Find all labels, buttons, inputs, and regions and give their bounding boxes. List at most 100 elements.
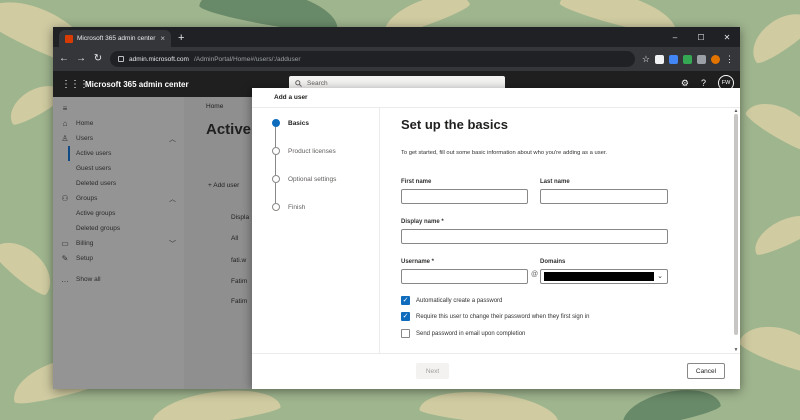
settings-gear-icon[interactable]: ⚙ <box>681 78 689 89</box>
list-item[interactable]: fati.w <box>231 257 246 264</box>
search-placeholder: Search <box>307 80 328 87</box>
display-name-field[interactable] <box>401 229 668 244</box>
domains-dropdown[interactable]: ⌄ <box>540 269 668 284</box>
address-bar-row: ← → ↻ admin.microsoft.com/AdminPortal/Ho… <box>53 47 740 71</box>
step-connector <box>275 183 276 203</box>
bookmark-star-icon[interactable]: ☆ <box>642 54 650 64</box>
browser-tab[interactable]: Microsoft 365 admin center - Ac × <box>59 30 171 47</box>
breadcrumb[interactable]: Home <box>206 103 223 110</box>
url-host: admin.microsoft.com <box>129 55 189 63</box>
url-field[interactable]: admin.microsoft.com/AdminPortal/Home#/us… <box>110 51 635 67</box>
extension-icon[interactable] <box>669 54 678 64</box>
browser-menu-icon[interactable]: ⋮ <box>725 54 734 64</box>
step-product-licenses[interactable]: Product licenses <box>272 147 336 155</box>
scrollbar-thumb[interactable] <box>734 114 738 335</box>
auto-password-checkbox[interactable]: ✓ Automatically create a password <box>401 296 502 305</box>
checkbox-label: Automatically create a password <box>416 297 503 304</box>
step-label: Optional settings <box>288 175 337 183</box>
nav-users[interactable]: ♙ Users ︿ <box>53 131 184 146</box>
last-name-field[interactable] <box>540 189 668 204</box>
extension-icon[interactable] <box>683 54 692 64</box>
panel-scrollbar[interactable]: ▲ ▼ <box>732 108 740 353</box>
nav-home[interactable]: ⌂ Home <box>53 116 184 131</box>
checkbox-box[interactable] <box>401 329 410 338</box>
display-name-label: Display name * <box>401 219 444 225</box>
checkbox-label: Send password in email upon completion <box>416 330 526 337</box>
wrench-icon: ✎ <box>61 254 69 263</box>
step-dot-icon <box>272 175 280 183</box>
url-path: /AdminPortal/Home#/users/:/adduser <box>193 55 301 63</box>
back-button[interactable]: ← <box>59 54 69 64</box>
extensions-area: ☆ ⋮ <box>642 54 734 64</box>
panel-footer: Next Cancel <box>252 353 740 389</box>
reload-button[interactable]: ↻ <box>93 54 103 64</box>
forward-button[interactable]: → <box>76 54 86 64</box>
nav-groups-label: Groups <box>76 195 98 202</box>
chevron-up-icon: ︿ <box>169 135 176 143</box>
office-favicon-icon <box>65 34 73 43</box>
nav-collapse[interactable]: ≡ <box>53 101 184 116</box>
first-name-field[interactable] <box>401 189 528 204</box>
form-title: Set up the basics <box>401 117 508 132</box>
step-finish[interactable]: Finish <box>272 203 305 211</box>
list-item[interactable]: Fatim <box>231 298 247 305</box>
next-button[interactable]: Next <box>416 363 449 379</box>
tab-title: Microsoft 365 admin center - Ac <box>77 35 156 42</box>
nav-guest-users[interactable]: Guest users <box>53 161 184 176</box>
send-email-checkbox[interactable]: Send password in email upon completion <box>401 329 525 338</box>
close-window-button[interactable]: ✕ <box>714 27 740 47</box>
nav-billing-label: Billing <box>76 240 94 247</box>
cancel-button[interactable]: Cancel <box>687 363 725 379</box>
checkmark-icon[interactable]: ✓ <box>401 296 410 305</box>
checkbox-label: Require this user to change their passwo… <box>416 313 590 320</box>
group-icon: ⚇ <box>61 194 69 203</box>
app-launcher-icon[interactable]: ⋮⋮⋮ <box>61 79 89 90</box>
ellipsis-icon: … <box>61 275 69 284</box>
nav-billing[interactable]: ▭ Billing ﹀ <box>53 236 184 251</box>
add-user-button[interactable]: + Add user <box>208 182 239 189</box>
nav-users-label: Users <box>76 135 93 142</box>
content-area: ≡ ⌂ Home ♙ Users ︿ Active users Guest users… <box>53 88 740 389</box>
add-user-panel: Add a user Basics Product licenses Optio… <box>252 88 740 389</box>
minimize-button[interactable]: – <box>662 27 688 47</box>
nav-setup[interactable]: ✎ Setup <box>53 251 184 266</box>
username-label: Username * <box>401 259 435 265</box>
nav-groups[interactable]: ⚇ Groups ︿ <box>53 191 184 206</box>
help-icon[interactable]: ? <box>701 78 706 88</box>
tab-strip: Microsoft 365 admin center - Ac × + – ☐ … <box>53 27 740 47</box>
checkmark-icon[interactable]: ✓ <box>401 312 410 321</box>
profile-icon[interactable] <box>711 54 720 64</box>
step-label: Basics <box>288 119 309 127</box>
nav-active-groups[interactable]: Active groups <box>53 206 184 221</box>
nav-show-all[interactable]: … Show all <box>53 272 184 287</box>
nav-deleted-users[interactable]: Deleted users <box>53 176 184 191</box>
maximize-button[interactable]: ☐ <box>688 27 714 47</box>
at-sign: @ <box>531 271 539 278</box>
hamburger-icon: ≡ <box>62 104 68 113</box>
new-tab-button[interactable]: + <box>178 33 184 44</box>
puzzle-icon[interactable] <box>697 54 706 64</box>
step-optional-settings[interactable]: Optional settings <box>272 175 336 183</box>
form-description: To get started, fill out some basic info… <box>401 150 608 156</box>
step-dot-icon <box>272 119 280 127</box>
nav-deleted-groups[interactable]: Deleted groups <box>53 221 184 236</box>
nav-active-users[interactable]: Active users <box>68 146 184 161</box>
list-item[interactable]: All <box>231 235 238 242</box>
extension-icon[interactable] <box>655 54 664 64</box>
first-name-label: First name <box>401 179 432 185</box>
window-controls: – ☐ ✕ <box>662 27 740 47</box>
browser-window: Microsoft 365 admin center - Ac × + – ☐ … <box>53 27 740 389</box>
require-change-checkbox[interactable]: ✓ Require this user to change their pass… <box>401 312 589 321</box>
step-connector <box>275 155 276 175</box>
step-dot-icon <box>272 147 280 155</box>
wizard-steps: Basics Product licenses Optional setting… <box>252 108 380 353</box>
app-name[interactable]: Microsoft 365 admin center <box>85 80 189 89</box>
chevron-down-icon: ⌄ <box>657 273 663 280</box>
domains-label: Domains <box>540 259 566 265</box>
list-item[interactable]: Fatim <box>231 278 247 285</box>
step-label: Finish <box>288 203 306 211</box>
step-dot-icon <box>272 203 280 211</box>
username-field[interactable] <box>401 269 528 284</box>
step-basics[interactable]: Basics <box>272 119 309 127</box>
tab-close-icon[interactable]: × <box>160 34 165 43</box>
